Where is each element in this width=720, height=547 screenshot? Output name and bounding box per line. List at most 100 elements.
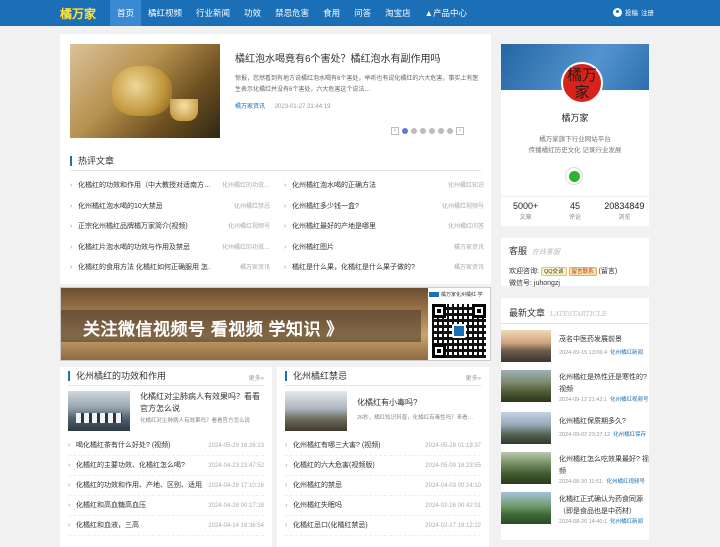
slider-dot[interactable] — [402, 128, 408, 134]
column-top-title[interactable]: 化橘红对尘肺病人有效果吗？看看官方怎么说 — [140, 391, 264, 415]
prev-arrow-icon[interactable]: ‹ — [391, 127, 399, 135]
list-item[interactable]: 化州橘红是热性还是寒性的? 视频 2024-09-12 21:42:1 化州橘红视… — [501, 370, 649, 410]
register-link[interactable]: 注册 — [641, 7, 654, 17]
column-top-desc: 26秒，橘红知识科普，化橘红有毒性吗？来看… — [357, 415, 474, 421]
nav-item-products[interactable]: ▲产品中心 — [418, 0, 474, 26]
list-item[interactable]: 化橘红忌口(化橘红禁忌)2024-02-17 18:12:22 — [285, 516, 481, 536]
slider-pager: ‹ › — [391, 127, 464, 135]
list-item[interactable]: 化橘红的食用方法 化橘红如何正确服用 怎…橘万家资讯 — [70, 258, 270, 279]
efficacy-column: 化州橘红的功效和作用 更多» 化橘红对尘肺病人有效果吗？看看官方怎么说 化橘红对… — [60, 367, 272, 547]
slider-dot[interactable] — [411, 128, 417, 134]
more-link[interactable]: 更多» — [466, 373, 481, 382]
nav-links: 首页 橘红视频 行业新闻 功效 禁忌危害 食用 问答 淘宝店 ▲产品中心 — [110, 0, 474, 26]
main-panel: 橘红泡水喝竟有6个害处？橘红泡水有副作用吗 惊报，您然看到有地方说橘红泡水喝有6… — [60, 34, 491, 284]
site-logo[interactable]: 橘万家 — [60, 5, 96, 22]
article-thumbnail[interactable] — [501, 330, 551, 362]
nav-item-usage[interactable]: 食用 — [316, 0, 347, 26]
list-item[interactable]: 喝化橘红茶有什么好处? (视频)2024-05-29 16:26:13 — [68, 436, 264, 456]
hot-list-right: 化州橘红泡水喝的正确方法化州橘红知识 化州橘红多少钱一盒?化州橘红视频号 化州橘… — [284, 176, 484, 279]
kefu-title: 客服 在线客服 — [509, 246, 561, 256]
cup-shape — [170, 99, 198, 121]
column-list: 喝化橘红茶有什么好处? (视频)2024-05-29 16:26:13 化橘红的… — [68, 436, 264, 536]
column-top-desc: 化橘红对尘肺病人有效果吗？看看官方怎么说 — [140, 418, 251, 424]
featured-date: 2023-01-27 21:44:19 — [274, 104, 331, 110]
column-thumbnail[interactable] — [68, 391, 130, 431]
list-item[interactable]: 化州橘红多少钱一盒?化州橘红视频号 — [284, 197, 484, 218]
featured-image[interactable] — [70, 44, 220, 138]
stat-views: 20834849 浏览 — [604, 201, 645, 221]
list-item[interactable]: 化橘红和血液，三高2024-04-14 18:36:54 — [68, 516, 264, 536]
list-item[interactable]: 正宗化州橘红品牌橘万家简介(视频)化州橘红视频号 — [70, 217, 270, 238]
list-item[interactable]: 化州橘红泡水喝的正确方法化州橘红知识 — [284, 176, 484, 197]
nav-item-qa[interactable]: 问答 — [347, 0, 378, 26]
list-item[interactable]: 化橘红片泡水喝的功效与作用及禁忌化州橘红的功效… — [70, 238, 270, 259]
hot-section-title: 热评文章 — [70, 156, 114, 166]
slider-dot[interactable] — [447, 128, 453, 134]
slider-dot[interactable] — [429, 128, 435, 134]
kefu-contact: 欢迎咨询: QQ交谈 留言联系 (留言) — [509, 266, 618, 276]
hot-list-left: 化橘红的功效和作用（中大教授对适南方…化州橘红的功效… 化州橘红泡水喝的10大禁… — [70, 176, 270, 279]
latest-articles: 最新文章 LATESTARTICLE 茂名中医药发展前景 2024-09-15 1… — [501, 298, 649, 540]
teapot-shape — [112, 66, 172, 116]
column-thumbnail[interactable] — [285, 391, 347, 431]
nav-item-home[interactable]: 首页 — [110, 0, 142, 26]
list-item[interactable]: 化橘红的主要功效、化橘红怎么喝?2024-04-23 23:47:52 — [68, 456, 264, 476]
list-item[interactable]: 化州橘红保质期多久? 2024-09-02 23:37:12 化州橘红保存 — [501, 412, 649, 452]
nav-item-taobao[interactable]: 淘宝店 — [378, 0, 418, 26]
slider-dot[interactable] — [438, 128, 444, 134]
qq-chat-button[interactable]: QQ交谈 — [540, 266, 567, 276]
profile-desc: 橘万家旗下行业网站平台 传播橘红历史文化 记录行业发展 — [528, 136, 622, 154]
list-item[interactable]: 化橘红的六大危害(视频版)2024-05-09 18:23:55 — [285, 456, 481, 476]
column-list: 化州橘红有哪三大害? (视频)2024-05-28 01:19:37 化橘红的六… — [285, 436, 481, 536]
column-top-title[interactable]: 化橘红有小毒吗? — [357, 397, 481, 409]
featured-meta: 橘万家资讯 2023-01-27 21:44:19 — [235, 101, 330, 110]
nav-item-video[interactable]: 橘红视频 — [141, 0, 189, 26]
wechat-video-banner[interactable]: 关注微信视频号 看视频 学知识 》 橘万家化州橘红·学 — [60, 287, 491, 361]
nav-item-efficacy[interactable]: 功效 — [237, 0, 268, 26]
article-thumbnail[interactable] — [501, 370, 551, 402]
banner-headline: 关注微信视频号 看视频 学知识 》 — [83, 320, 344, 339]
submit-link[interactable]: 投稿 — [625, 7, 638, 17]
slider-dot[interactable] — [420, 128, 426, 134]
stat-comments: 45 评论 — [568, 201, 581, 221]
avatar: 橘万家 — [561, 62, 603, 104]
list-item[interactable]: 化橘红的功效和作用（中大教授对适南方…化州橘红的功效… — [70, 176, 270, 197]
more-link[interactable]: 更多» — [249, 373, 264, 382]
nav-item-news[interactable]: 行业新闻 — [189, 0, 237, 26]
qr-code-icon — [432, 304, 486, 358]
latest-title: 最新文章 LATESTARTICLE — [509, 308, 607, 318]
article-thumbnail[interactable] — [501, 412, 551, 444]
qr-caption: 橘万家化州橘红·学 — [429, 291, 483, 298]
list-item[interactable]: 橘红是什么果，化橘红是什么果子做的?橘万家资讯 — [284, 258, 484, 279]
nav-user: 投稿 注册 — [613, 7, 654, 17]
top-nav: 橘万家 首页 橘红视频 行业新闻 功效 禁忌危害 食用 问答 淘宝店 ▲产品中心… — [0, 0, 720, 26]
taboo-column: 化州橘红禁忌 更多» 化橘红有小毒吗? 26秒，橘红知识科普，化橘红有毒性吗？来… — [277, 367, 489, 547]
user-icon — [613, 7, 622, 17]
list-item[interactable]: 化州橘红泡水喝的10大禁忌化州橘红禁忌 — [70, 197, 270, 218]
stat-articles: 5000+ 文章 — [513, 201, 539, 221]
list-item[interactable]: 茂名中医药发展前景 2024-09-15 13:06:4 化州橘红新闻 — [501, 330, 649, 370]
list-item[interactable]: 化州橘红失眠吗2024-02-16 00:42:01 — [285, 496, 481, 516]
wechat-icon[interactable] — [565, 167, 583, 185]
list-item[interactable]: 化橘红正式确认为药食同源（即是食品也是中药材） 2024-08-26 14:40… — [501, 492, 649, 532]
list-item[interactable]: 化州橘红有哪三大害? (视频)2024-05-28 01:19:37 — [285, 436, 481, 456]
column-title: 化州橘红禁忌 — [285, 371, 347, 381]
qq-message-button[interactable]: 留言联系 — [568, 266, 597, 276]
wechat-id: 微信号: juhongzj — [509, 280, 560, 287]
list-item[interactable]: 化州橘红最好的产地是哪里化州橘红问答 — [284, 217, 484, 238]
next-arrow-icon[interactable]: › — [456, 127, 464, 135]
list-item[interactable]: 化州橘红的禁忌2024-04-03 00:24:10 — [285, 476, 481, 496]
list-item[interactable]: 化橘红的功效和作用、产地、区别、适用人…2024-04-28 17:10:16 — [68, 476, 264, 496]
brand-logo-icon — [429, 292, 439, 297]
list-item[interactable]: 化橘红和高血糖高血压2024-04-28 00:17:18 — [68, 496, 264, 516]
column-title: 化州橘红的功效和作用 — [68, 371, 166, 381]
featured-title[interactable]: 橘红泡水喝竟有6个害处？橘红泡水有副作用吗 — [235, 50, 441, 65]
customer-service-box: 客服 在线客服 欢迎咨询: QQ交谈 留言联系 (留言) 微信号: juhongz… — [501, 238, 649, 287]
article-thumbnail[interactable] — [501, 452, 551, 484]
nav-item-taboo[interactable]: 禁忌危害 — [268, 0, 316, 26]
list-item[interactable]: 化州橘红怎么吃效果最好? 视频 2024-08-30 11:51: 化州橘红视频号 — [501, 452, 649, 492]
list-item[interactable]: 化州橘红图片橘万家资讯 — [284, 238, 484, 259]
article-thumbnail[interactable] — [501, 492, 551, 524]
divider — [70, 170, 481, 171]
featured-category[interactable]: 橘万家资讯 — [235, 104, 265, 110]
